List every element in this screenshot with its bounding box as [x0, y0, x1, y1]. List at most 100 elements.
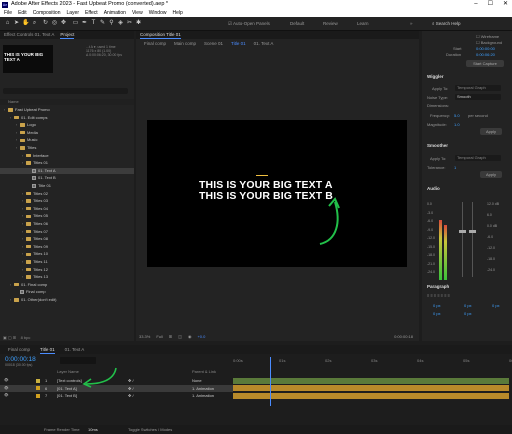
visibility-eye-icon[interactable]: 👁	[4, 377, 8, 384]
resolution-select[interactable]: Full	[156, 333, 162, 341]
parent-select[interactable]: 1. Animation	[192, 392, 214, 399]
tab-composition[interactable]: Composition Title 01	[140, 31, 181, 39]
workspace-default[interactable]: Default	[290, 21, 304, 26]
brush-tool-icon[interactable]: ✎	[99, 20, 106, 27]
project-folder-item[interactable]: › Titles 04	[0, 206, 134, 212]
project-folder-item[interactable]: › Titles 08	[0, 236, 134, 242]
camera-tool-icon[interactable]: ◎	[51, 20, 58, 27]
clone-tool-icon[interactable]: ⚲	[108, 20, 115, 27]
comp-timecode[interactable]: 0:00:00:18	[394, 333, 419, 341]
timeline-tab-title-01[interactable]: Title 01	[40, 345, 55, 354]
menu-edit[interactable]: Edit	[18, 9, 27, 17]
magnitude-value[interactable]: 1.0	[454, 122, 460, 127]
menu-effect[interactable]: Effect	[85, 9, 98, 17]
layer-name[interactable]: [01. Text A]	[57, 385, 77, 392]
wiggler-apply-button[interactable]: Apply	[480, 128, 502, 135]
visibility-eye-icon[interactable]: 👁	[4, 392, 8, 399]
space-before[interactable]: 0 px	[433, 311, 441, 316]
project-folder-item[interactable]: › Titles 12	[0, 267, 134, 273]
indent-right[interactable]: 0 px	[492, 303, 500, 308]
frequency-value[interactable]: 5.0	[454, 113, 460, 118]
pan-behind-tool-icon[interactable]: ✥	[60, 20, 67, 27]
volume-slider-handle[interactable]	[469, 230, 476, 233]
layer-switches[interactable]: ✥ /	[128, 385, 134, 392]
project-folder-item[interactable]: › Titles 07	[0, 229, 134, 235]
grid-icon[interactable]: ⊞	[169, 333, 172, 341]
layer-duration-bar[interactable]	[233, 377, 509, 384]
timeline-tab-final-comp[interactable]: Final comp	[8, 345, 30, 354]
layer-duration-bar[interactable]	[233, 392, 509, 399]
menu-view[interactable]: View	[132, 9, 143, 17]
menu-layer[interactable]: Layer	[66, 9, 79, 17]
layer-switches[interactable]: ✥ /	[128, 392, 134, 399]
project-folder-item[interactable]: › Titles 06	[0, 221, 134, 227]
project-folder-item[interactable]: › Titles 09	[0, 244, 134, 250]
indent-first[interactable]: 0 px	[464, 303, 472, 308]
project-folder-item[interactable]: › 01. Edit comps	[0, 115, 134, 121]
parent-select[interactable]: None	[192, 377, 202, 384]
menu-composition[interactable]: Composition	[33, 9, 61, 17]
project-folder-item[interactable]: › Titles 02	[0, 191, 134, 197]
breadcrumb-final-comp[interactable]: Final comp	[144, 40, 166, 47]
project-folder-item[interactable]: › Interface	[0, 153, 134, 159]
layer-duration-bar[interactable]	[233, 385, 509, 391]
volume-slider-track[interactable]	[469, 202, 476, 277]
menu-animation[interactable]: Animation	[104, 9, 126, 17]
breadcrumb-main-comp[interactable]: Main comp	[174, 40, 196, 47]
camera-icon[interactable]: ◉	[188, 333, 192, 341]
breadcrumb-title-01[interactable]: Title 01	[231, 40, 246, 47]
visibility-eye-icon[interactable]: 👁	[4, 385, 8, 392]
auto-open-checkbox[interactable]: ☑ Auto-Open Panels	[228, 21, 270, 27]
close-icon[interactable]: ✕	[503, 0, 508, 9]
mask-icon[interactable]: ◫	[178, 333, 182, 341]
noise-type-select[interactable]: Smooth	[455, 94, 501, 100]
project-comp-item[interactable]: Final comp	[0, 289, 134, 295]
breadcrumb-scene-01[interactable]: Scene 01	[204, 40, 223, 47]
layer-label-color[interactable]	[36, 386, 40, 390]
composition-viewer[interactable]: THIS IS YOUR BIG TEXT A THIS IS YOUR BIG…	[147, 120, 407, 267]
project-comp-item[interactable]: Title 01	[0, 183, 134, 189]
project-comp-item[interactable]: 01. Text A	[0, 167, 134, 174]
workspace-review[interactable]: Review	[323, 21, 338, 26]
time-ruler[interactable]: 0:00s01s02s03s04s05s06s	[233, 357, 512, 364]
tab-project[interactable]: Project	[60, 31, 75, 39]
start-capture-button[interactable]: Start Capture	[466, 60, 504, 67]
layer-row[interactable]: 👁 7 [01. Text B] ✥ / 1. Animation	[0, 392, 233, 399]
project-folder-item[interactable]: › Titles 10	[0, 251, 134, 257]
project-folder-item[interactable]: › Fast Upbeat Promo	[0, 107, 134, 113]
playhead[interactable]	[270, 357, 271, 406]
exposure-value[interactable]: +0.0	[197, 333, 205, 341]
project-folder-item[interactable]: › Media	[0, 130, 134, 136]
project-folder-item[interactable]: › Music	[0, 137, 134, 143]
wiggler-apply-to-select[interactable]: Temporal Graph	[455, 85, 501, 91]
background-checkbox[interactable]: ☐ Background	[476, 40, 502, 45]
hand-tool-icon[interactable]: ✋	[22, 20, 29, 27]
layer-switches[interactable]: ✥ /	[128, 377, 134, 384]
menu-window[interactable]: Window	[149, 9, 167, 17]
menu-file[interactable]: File	[4, 9, 12, 17]
volume-slider-handle[interactable]	[459, 230, 466, 233]
zoom-level[interactable]: 33.3%	[139, 333, 150, 341]
toggle-switches-modes[interactable]: Toggle Switches / Modes	[128, 425, 172, 434]
selection-tool-icon[interactable]: ➤	[13, 20, 20, 27]
volume-slider-track[interactable]	[459, 202, 466, 277]
space-after[interactable]: 0 px	[464, 311, 472, 316]
breadcrumb-text-a[interactable]: 01. Text A	[254, 40, 274, 47]
project-folder-item[interactable]: › 01. Final comp	[0, 282, 134, 288]
project-search-input[interactable]	[3, 88, 128, 94]
workspace-menu-icon[interactable]: »	[410, 21, 413, 26]
home-icon[interactable]: ⌂	[4, 20, 11, 27]
tab-effect-controls[interactable]: Effect Controls 01. Text A	[4, 31, 54, 39]
project-comp-item[interactable]: 01. Text B	[0, 175, 134, 181]
layer-name[interactable]: [01. Text B]	[57, 392, 77, 399]
eraser-tool-icon[interactable]: ◈	[117, 20, 124, 27]
rectangle-tool-icon[interactable]: ▭	[72, 20, 79, 27]
smoother-apply-button[interactable]: Apply	[480, 171, 502, 178]
timeline-search-input[interactable]	[60, 357, 96, 364]
project-folder-item[interactable]: › Titles	[0, 145, 134, 151]
workspace-learn[interactable]: Learn	[357, 21, 369, 26]
pen-tool-icon[interactable]: ✒	[81, 20, 88, 27]
timeline-timecode[interactable]: 0:00:00:18	[5, 356, 36, 363]
project-folder-item[interactable]: › 01. Other(don't edit)	[0, 297, 134, 303]
timeline-tab-text-a[interactable]: 01. Text A	[65, 345, 85, 354]
